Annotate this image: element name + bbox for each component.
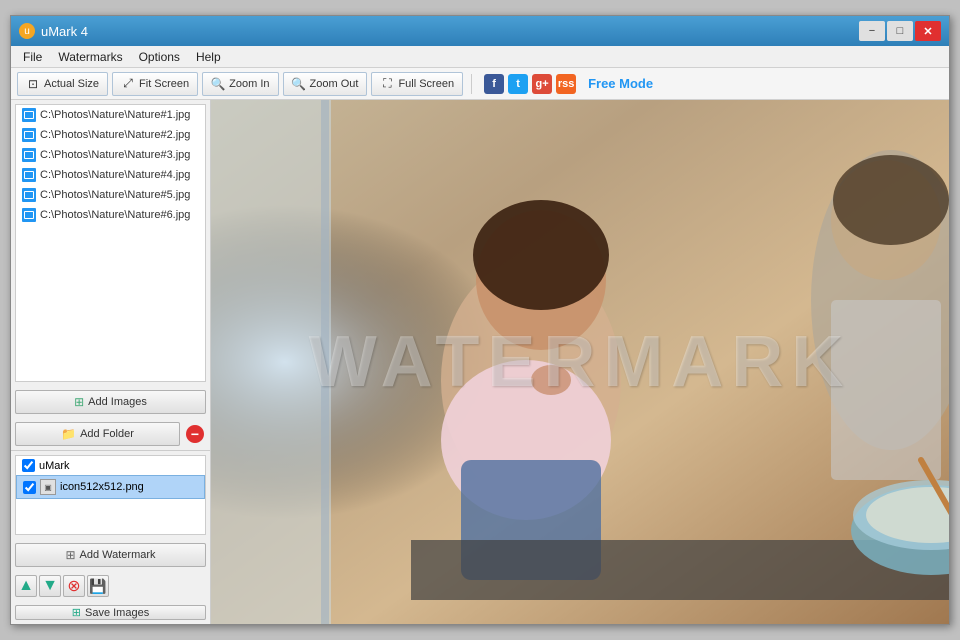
- close-button[interactable]: ✕: [915, 21, 941, 41]
- main-window: u uMark 4 − □ ✕ File Watermarks Options …: [10, 15, 950, 625]
- actual-size-label: Actual Size: [44, 78, 99, 90]
- actual-size-icon: ⊡: [26, 77, 40, 91]
- file-path: C:\Photos\Nature\Nature#5.jpg: [40, 189, 190, 201]
- watermark-group-item[interactable]: uMark: [16, 456, 205, 475]
- fit-screen-label: Fit Screen: [139, 78, 189, 90]
- title-bar: u uMark 4 − □ ✕: [11, 16, 949, 46]
- list-item[interactable]: C:\Photos\Nature\Nature#4.jpg: [16, 165, 205, 185]
- maximize-button[interactable]: □: [887, 21, 913, 41]
- add-images-button[interactable]: ⊞ Add Images: [15, 390, 206, 414]
- watermark-image-icon: ▣: [40, 479, 56, 495]
- move-up-icon: ▲: [18, 577, 34, 595]
- watermark-image-checkbox[interactable]: [23, 481, 36, 494]
- main-content: C:\Photos\Nature\Nature#1.jpg C:\Photos\…: [11, 100, 949, 624]
- watermark-list[interactable]: uMark ▣ icon512x512.png: [15, 455, 206, 535]
- rss-icon[interactable]: rss: [556, 74, 576, 94]
- remove-watermark-button[interactable]: ⊗: [63, 575, 85, 597]
- fit-screen-button[interactable]: ⤢ Fit Screen: [112, 72, 198, 96]
- watermark-section: uMark ▣ icon512x512.png ⊞ Add Watermark: [11, 450, 210, 624]
- window-controls: − □ ✕: [859, 21, 941, 41]
- move-down-icon: ▼: [42, 577, 58, 595]
- toolbar: ⊡ Actual Size ⤢ Fit Screen 🔍 Zoom In 🔍 Z…: [11, 68, 949, 100]
- zoom-out-icon: 🔍: [292, 77, 306, 91]
- move-down-button[interactable]: ▼: [39, 575, 61, 597]
- full-screen-label: Full Screen: [398, 78, 454, 90]
- facebook-icon[interactable]: f: [484, 74, 504, 94]
- add-folder-icon: 📁: [61, 427, 76, 441]
- file-path: C:\Photos\Nature\Nature#6.jpg: [40, 209, 190, 221]
- minimize-button[interactable]: −: [859, 21, 885, 41]
- zoom-in-button[interactable]: 🔍 Zoom In: [202, 72, 278, 96]
- list-item[interactable]: C:\Photos\Nature\Nature#3.jpg: [16, 145, 205, 165]
- window-title: uMark 4: [41, 24, 88, 39]
- full-screen-icon: ⛶: [380, 77, 394, 91]
- list-item[interactable]: C:\Photos\Nature\Nature#5.jpg: [16, 185, 205, 205]
- title-bar-left: u uMark 4: [19, 23, 88, 39]
- file-path: C:\Photos\Nature\Nature#3.jpg: [40, 149, 190, 161]
- save-images-label: Save Images: [85, 607, 149, 619]
- save-images-icon: ⊞: [72, 606, 81, 619]
- image-icon: [22, 108, 36, 122]
- toolbar-separator: [471, 74, 472, 94]
- twitter-icon[interactable]: t: [508, 74, 528, 94]
- preview-area: WATERMARK: [211, 100, 949, 624]
- menu-watermarks[interactable]: Watermarks: [50, 48, 130, 66]
- list-item[interactable]: C:\Photos\Nature\Nature#6.jpg: [16, 205, 205, 225]
- watermark-control-buttons: ▲ ▼ ⊗ 💾: [11, 571, 210, 601]
- app-icon: u: [19, 23, 35, 39]
- image-icon: [22, 128, 36, 142]
- actual-size-button[interactable]: ⊡ Actual Size: [17, 72, 108, 96]
- watermark-image-label: icon512x512.png: [60, 481, 144, 493]
- watermark-group-label: uMark: [39, 460, 70, 472]
- add-folder-row: 📁 Add Folder −: [11, 418, 210, 450]
- file-path: C:\Photos\Nature\Nature#1.jpg: [40, 109, 190, 121]
- save-watermark-button[interactable]: 💾: [87, 575, 109, 597]
- add-folder-button[interactable]: 📁 Add Folder: [15, 422, 180, 446]
- image-icon: [22, 168, 36, 182]
- zoom-in-label: Zoom In: [229, 78, 269, 90]
- googleplus-icon[interactable]: g+: [532, 74, 552, 94]
- add-watermark-button[interactable]: ⊞ Add Watermark: [15, 543, 206, 567]
- watermark-image-item[interactable]: ▣ icon512x512.png: [16, 475, 205, 499]
- list-item[interactable]: C:\Photos\Nature\Nature#2.jpg: [16, 125, 205, 145]
- file-path: C:\Photos\Nature\Nature#2.jpg: [40, 129, 190, 141]
- list-item[interactable]: C:\Photos\Nature\Nature#1.jpg: [16, 105, 205, 125]
- save-images-button[interactable]: ⊞ Save Images: [15, 605, 206, 620]
- remove-watermark-icon: ⊗: [67, 576, 80, 596]
- save-watermark-icon: 💾: [89, 578, 106, 595]
- zoom-out-label: Zoom Out: [310, 78, 359, 90]
- image-icon: [22, 188, 36, 202]
- remove-file-button[interactable]: −: [184, 423, 206, 445]
- left-panel: C:\Photos\Nature\Nature#1.jpg C:\Photos\…: [11, 100, 211, 624]
- social-icons: f t g+ rss: [484, 74, 576, 94]
- menu-help[interactable]: Help: [188, 48, 229, 66]
- file-list[interactable]: C:\Photos\Nature\Nature#1.jpg C:\Photos\…: [15, 104, 206, 382]
- zoom-out-button[interactable]: 🔍 Zoom Out: [283, 72, 368, 96]
- photo-background: WATERMARK: [211, 100, 949, 624]
- menu-options[interactable]: Options: [131, 48, 188, 66]
- add-folder-label: Add Folder: [80, 428, 134, 440]
- add-images-label: Add Images: [88, 396, 147, 408]
- full-screen-button[interactable]: ⛶ Full Screen: [371, 72, 463, 96]
- add-watermark-icon: ⊞: [65, 548, 75, 562]
- move-up-button[interactable]: ▲: [15, 575, 37, 597]
- remove-file-icon: −: [186, 425, 204, 443]
- fit-screen-icon: ⤢: [121, 77, 135, 91]
- zoom-in-icon: 🔍: [211, 77, 225, 91]
- add-watermark-label: Add Watermark: [80, 549, 156, 561]
- menu-bar: File Watermarks Options Help: [11, 46, 949, 68]
- watermark-group-checkbox[interactable]: [22, 459, 35, 472]
- image-icon: [22, 148, 36, 162]
- photo-simulation: [211, 100, 949, 624]
- add-images-icon: ⊞: [74, 395, 84, 409]
- free-mode-label: Free Mode: [588, 76, 653, 91]
- file-path: C:\Photos\Nature\Nature#4.jpg: [40, 169, 190, 181]
- add-watermark-row: ⊞ Add Watermark: [11, 539, 210, 571]
- file-panel-buttons: ⊞ Add Images: [11, 386, 210, 418]
- menu-file[interactable]: File: [15, 48, 50, 66]
- image-icon: [22, 208, 36, 222]
